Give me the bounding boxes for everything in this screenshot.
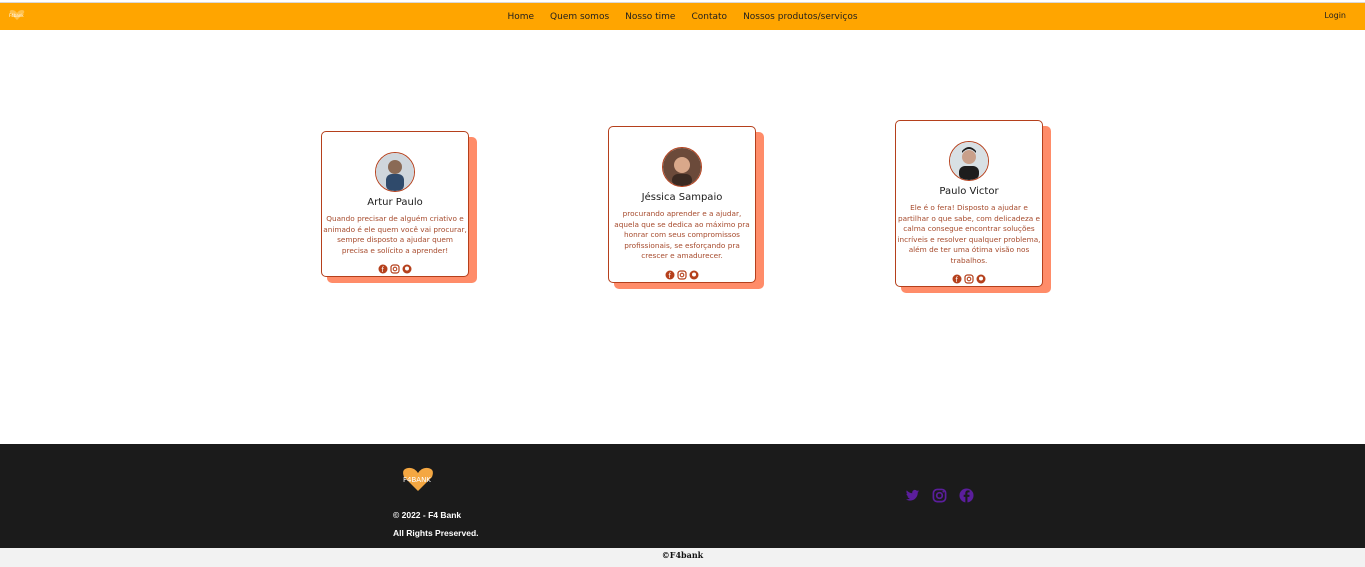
nav-item-quem-somos[interactable]: Quem somos [550,12,609,22]
team-card: Jéssica Sampaio procurando aprender e a … [608,126,756,283]
member-description: Ele é o fera! Disposto a ajudar e partil… [897,203,1041,265]
member-socials: f [322,259,468,274]
team-card: Paulo Victor Ele é o fera! Disposto a aj… [895,120,1043,287]
svg-text:F4BANK: F4BANK [403,476,431,484]
member-name: Paulo Victor [939,186,999,197]
facebook-icon[interactable] [959,488,974,503]
team-card-paulo: Paulo Victor Ele é o fera! Disposto a aj… [895,120,1051,293]
main-nav: Home Quem somos Nosso time Contato Nosso… [0,3,1365,30]
facebook-icon[interactable]: f [378,259,388,274]
facebook-icon[interactable]: f [952,269,962,284]
footer-socials [905,488,974,503]
github-icon[interactable] [402,259,412,274]
member-socials: f [609,265,755,280]
instagram-icon[interactable] [390,259,400,274]
avatar-paulo [949,141,989,181]
twitter-icon[interactable] [905,488,920,503]
member-socials: f [896,269,1042,284]
avatar-artur [375,152,415,192]
navbar: F4bank Home Quem somos Nosso time Contat… [0,2,1365,30]
member-name: Artur Paulo [367,197,423,208]
team-card: Artur Paulo Quando precisar de alguém cr… [321,131,469,277]
team-card-jessica: Jéssica Sampaio procurando aprender e a … [608,126,764,289]
member-description: procurando aprender e a ajudar, aquela q… [614,209,750,260]
nav-item-produtos-servicos[interactable]: Nossos produtos/serviços [743,12,857,22]
footer: F4BANK © 2022 - F4 Bank All Rights Prese… [0,444,1365,548]
rights-text: All Rights Preserved. [393,528,479,538]
instagram-icon[interactable] [964,269,974,284]
github-icon[interactable] [689,265,699,279]
avatar-jessica [662,147,702,187]
instagram-icon[interactable] [677,265,687,280]
copyright-text: © 2022 - F4 Bank [393,510,462,520]
member-description: Quando precisar de alguém criativo e ani… [323,214,467,255]
nav-item-home[interactable]: Home [507,12,534,22]
team-card-artur: Artur Paulo Quando precisar de alguém cr… [321,131,477,283]
facebook-icon[interactable]: f [665,265,675,280]
bottom-copyright-strip: ©F4bank [0,548,1365,567]
member-name: Jéssica Sampaio [641,192,723,203]
nav-item-nosso-time[interactable]: Nosso time [625,12,675,22]
f4bank-footer-logo: F4BANK [403,467,433,491]
login-link[interactable]: Login [1324,11,1346,20]
github-icon[interactable] [976,269,986,284]
nav-item-contato[interactable]: Contato [691,12,727,22]
bottom-copyright-text: ©F4bank [661,550,704,560]
instagram-icon[interactable] [932,488,947,503]
